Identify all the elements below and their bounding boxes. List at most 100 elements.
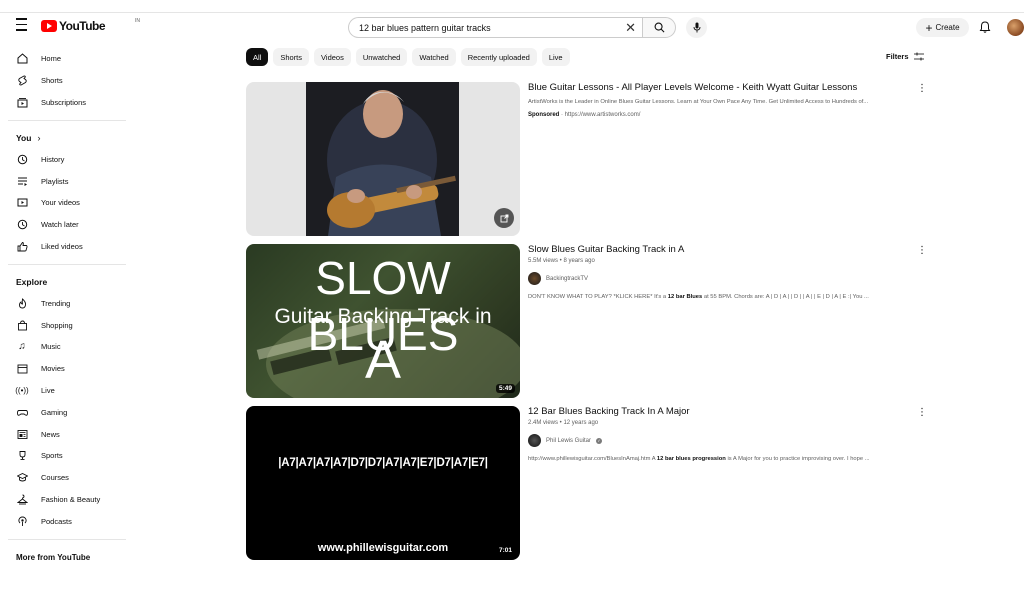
sidebar-item-label: Music [41,342,61,352]
sidebar-item-liked-videos[interactable]: Liked videos [0,236,134,258]
video-thumbnail[interactable]: SLOW BLUES Guitar Backing Track in A 5:4… [246,244,520,398]
microphone-icon [693,22,700,33]
chip-watched[interactable]: Watched [412,48,456,66]
video-thumbnail[interactable]: |A7|A7|A7|A7|D7|D7|A7|A7|E7|D7|A7|E7| ww… [246,406,520,560]
your-videos-icon [16,197,28,209]
search-result-video: SLOW BLUES Guitar Backing Track in A 5:4… [246,244,927,398]
podcasts-icon [16,515,28,527]
sidebar-item-sports[interactable]: Sports [0,445,134,467]
chip-unwatched[interactable]: Unwatched [355,48,408,66]
account-avatar[interactable] [1007,19,1024,36]
ad-thumbnail[interactable] [246,82,520,236]
create-button[interactable]: + Create [916,18,969,37]
description-text: DON'T KNOW WHAT TO PLAY? *KLICK HERE* It… [528,294,668,300]
video-duration: 7:01 [495,546,515,555]
result-title[interactable]: Slow Blues Guitar Backing Track in A [528,244,908,256]
chip-all[interactable]: All [246,48,269,66]
sidebar-item-playlists[interactable]: Playlists [0,170,134,192]
sidebar-divider [8,120,126,122]
channel-avatar [528,434,541,447]
sidebar-item-label: Podcasts [41,516,72,526]
channel-link[interactable]: BackingtrackTV [528,272,908,285]
sports-icon [16,450,28,462]
channel-name: Phil Lewis Guitar [546,437,592,444]
channel-name: BackingtrackTV [546,275,589,282]
sidebar-item-podcasts[interactable]: Podcasts [0,510,134,532]
sponsored-url[interactable]: · https://www.artistworks.com/ [559,112,640,118]
sidebar-item-label: Movies [41,364,65,374]
channel-link[interactable]: Phil Lewis Guitar ✓ [528,434,908,447]
search-icon [654,22,664,33]
movies-icon [16,363,28,375]
sidebar-divider [8,539,126,541]
open-external-link-icon[interactable] [494,208,514,228]
sidebar-item-label: Playlists [41,176,69,186]
sidebar: Home Shorts Subscriptions You › History P… [0,48,134,567]
result-title[interactable]: 12 Bar Blues Backing Track In A Major [528,406,908,418]
more-actions-icon[interactable]: ⋮ [917,246,927,256]
more-actions-icon[interactable]: ⋮ [917,84,927,94]
search-result-video: |A7|A7|A7|A7|D7|D7|A7|A7|E7|D7|A7|E7| ww… [246,406,927,560]
sidebar-item-movies[interactable]: Movies [0,358,134,380]
sidebar-item-history[interactable]: History [0,148,134,170]
hamburger-menu-icon[interactable] [12,18,32,34]
sidebar-divider [8,264,126,266]
home-icon [16,53,28,65]
notifications-bell-icon[interactable] [978,20,992,34]
sidebar-item-label: Trending [41,298,71,308]
chip-shorts[interactable]: Shorts [273,48,310,66]
logo-text: YouTube [59,19,106,33]
sidebar-item-subscriptions[interactable]: Subscriptions [0,92,134,114]
sidebar-item-shopping[interactable]: Shopping [0,314,134,336]
sidebar-item-news[interactable]: News [0,423,134,445]
sidebar-item-label: Subscriptions [41,97,87,107]
sidebar-item-fashion-beauty[interactable]: Fashion & Beauty [0,489,134,511]
search-button[interactable] [642,17,676,38]
filters-button[interactable]: Filters [886,52,924,61]
chip-videos[interactable]: Videos [314,48,351,66]
sidebar-item-your-videos[interactable]: Your videos [0,192,134,214]
fashion-icon [16,493,28,505]
sidebar-item-gaming[interactable]: Gaming [0,401,134,423]
sidebar-item-label: History [41,154,65,164]
youtube-play-icon [41,20,57,32]
sidebar-item-trending[interactable]: Trending [0,292,134,314]
sidebar-item-courses[interactable]: Courses [0,467,134,489]
thumb-website-url: www.phillewisguitar.com [317,542,449,554]
clear-search-icon[interactable]: ✕ [625,21,636,34]
search-input[interactable] [359,22,619,33]
more-actions-icon[interactable]: ⋮ [917,408,927,418]
liked-videos-icon [16,240,28,252]
thumb-title-line3: A [364,330,402,390]
thumb-chord-chart: |A7|A7|A7|A7|D7|D7|A7|A7|E7|D7|A7|E7| [278,457,488,469]
sidebar-item-label: Sports [41,451,63,461]
description-text: http://www.phillewisguitar.com/BluesInAm… [528,456,657,462]
top-divider [0,12,1024,13]
description-text: at 55 BPM. Chords are: A | D | A | | D |… [702,294,869,300]
ad-info: Blue Guitar Lessons - All Player Levels … [528,82,908,118]
history-icon [16,153,28,165]
sidebar-item-shorts[interactable]: Shorts [0,70,134,92]
sidebar-item-label: Liked videos [41,241,83,251]
sidebar-item-home[interactable]: Home [0,48,134,70]
description-text: is A Major for you to practice improvisi… [725,456,870,462]
views-and-age: 5.5M views • 8 years ago [528,258,595,264]
filter-sliders-icon [913,52,924,61]
news-icon [16,428,28,440]
plus-icon: + [925,20,933,35]
youtube-logo[interactable]: YouTube IN [41,18,140,33]
voice-search-button[interactable] [686,17,707,38]
result-title[interactable]: Blue Guitar Lessons - All Player Levels … [528,82,908,94]
sidebar-item-watch-later[interactable]: Watch later [0,214,134,236]
result-description: ArtistWorks is the Leader in Online Blue… [528,99,869,105]
sidebar-item-live[interactable]: ((•)) Live [0,380,134,402]
more-from-youtube-label: More from YouTube [16,552,91,562]
sidebar-more-heading: More from YouTube [0,547,134,567]
sidebar-item-label: Your videos [41,198,80,208]
sidebar-item-music[interactable]: ♫ Music [0,336,134,358]
chip-live[interactable]: Live [541,48,570,66]
chip-recently-uploaded[interactable]: Recently uploaded [460,48,537,66]
sidebar-you-heading[interactable]: You › [0,128,134,148]
filter-chips-bar: All Shorts Videos Unwatched Watched Rece… [246,48,570,66]
channel-avatar [528,272,541,285]
